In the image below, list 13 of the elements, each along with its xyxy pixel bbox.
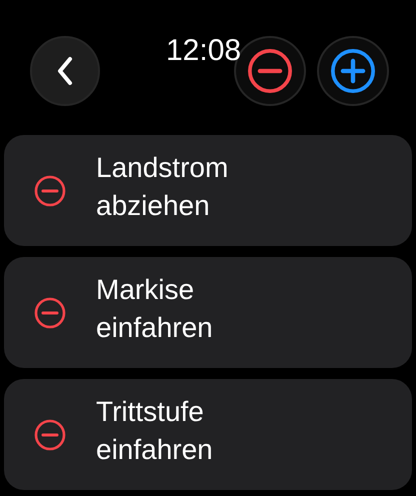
plus-icon [330, 48, 376, 94]
minus-icon [247, 48, 293, 94]
list-item[interactable]: Landstrom abziehen [4, 135, 412, 246]
item-label: Landstrom abziehen [96, 150, 230, 222]
clock-time: 12:08 [166, 34, 242, 68]
item-label: Trittstufe einfahren [96, 394, 214, 466]
minus-icon [34, 296, 66, 328]
minus-icon [34, 418, 66, 450]
list-item[interactable]: Markise einfahren [4, 257, 412, 368]
minus-icon [34, 174, 66, 206]
list-item[interactable]: Trittstufe einfahren [4, 379, 412, 490]
back-icon [56, 56, 74, 86]
item-label: Markise einfahren [96, 272, 214, 344]
